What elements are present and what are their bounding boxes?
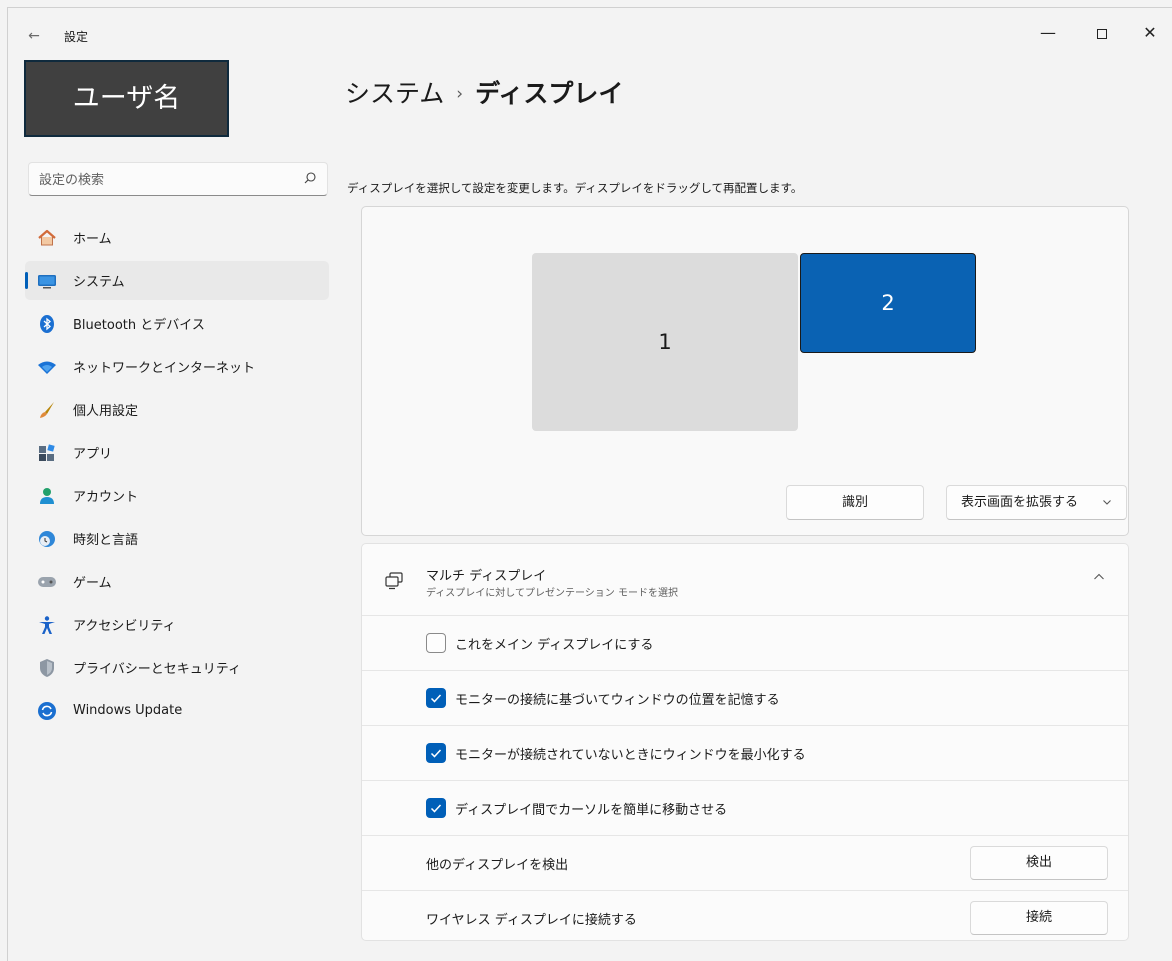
- maximize-button[interactable]: [1079, 18, 1125, 48]
- option-label: これをメイン ディスプレイにする: [455, 638, 654, 653]
- sidebar-item-system[interactable]: システム: [25, 261, 329, 300]
- accessibility-icon: [37, 615, 57, 635]
- ease-cursor-checkbox[interactable]: [426, 798, 446, 818]
- multi-display-title: マルチ ディスプレイ: [426, 569, 547, 584]
- user-name-box[interactable]: ユーザ名: [24, 60, 229, 137]
- display-mode-label: 表示画面を拡張する: [961, 495, 1079, 510]
- wireless-display-label: ワイヤレス ディスプレイに接続する: [426, 913, 637, 928]
- sidebar-item-windows-update[interactable]: Windows Update: [25, 691, 329, 730]
- breadcrumb-separator: ›: [456, 84, 464, 104]
- checkmark-icon: [430, 749, 442, 758]
- display-mode-dropdown[interactable]: 表示画面を拡張する: [946, 485, 1127, 520]
- close-button[interactable]: ✕: [1127, 18, 1172, 48]
- sidebar-item-label: Bluetooth とデバイス: [73, 318, 205, 333]
- wifi-icon: [37, 357, 57, 377]
- system-icon: [37, 271, 57, 291]
- checkmark-icon: [430, 804, 442, 813]
- sidebar-item-label: アカウント: [73, 490, 139, 505]
- gamepad-icon: [37, 572, 57, 592]
- display-arrangement-panel: 1 2 識別 表示画面を拡張する: [361, 206, 1129, 536]
- multi-display-section: マルチ ディスプレイ ディスプレイに対してプレゼンテーション モードを選択 これ…: [361, 543, 1129, 941]
- search-icon[interactable]: [303, 171, 317, 185]
- search-box[interactable]: [28, 162, 328, 196]
- monitor-1[interactable]: 1: [532, 253, 798, 431]
- option-row-ease-cursor: ディスプレイ間でカーソルを簡単に移動させる: [362, 781, 1128, 836]
- sidebar-item-apps[interactable]: アプリ: [25, 433, 329, 472]
- sidebar-item-label: 個人用設定: [73, 404, 139, 419]
- sidebar-item-label: システム: [73, 275, 125, 290]
- sidebar-item-label: アプリ: [73, 447, 113, 462]
- remember-positions-checkbox[interactable]: [426, 688, 446, 708]
- option-row-remember-positions: モニターの接続に基づいてウィンドウの位置を記憶する: [362, 671, 1128, 726]
- shield-icon: [37, 658, 57, 678]
- time-language-icon: [37, 529, 57, 549]
- sidebar-item-gaming[interactable]: ゲーム: [25, 562, 329, 601]
- detect-button[interactable]: 検出: [970, 846, 1108, 880]
- title-bar: ← 設定 — ✕: [8, 8, 1172, 60]
- apps-icon: [37, 443, 57, 463]
- update-icon: [37, 701, 57, 721]
- sidebar-nav: ホーム システム Bluetooth とデバイス ネットワークとインターネット …: [25, 218, 329, 734]
- option-label: モニターが接続されていないときにウィンドウを最小化する: [455, 748, 806, 763]
- sidebar-item-label: Windows Update: [73, 703, 183, 718]
- multi-display-icon: [385, 572, 403, 590]
- multi-display-header[interactable]: マルチ ディスプレイ ディスプレイに対してプレゼンテーション モードを選択: [362, 544, 1128, 616]
- sidebar-item-label: ネットワークとインターネット: [73, 361, 256, 376]
- sidebar-item-label: ホーム: [73, 232, 112, 247]
- identify-button[interactable]: 識別: [786, 485, 924, 520]
- sidebar-item-label: ゲーム: [73, 576, 112, 591]
- bluetooth-icon: [37, 314, 57, 334]
- minimize-windows-checkbox[interactable]: [426, 743, 446, 763]
- sidebar-item-label: 時刻と言語: [73, 533, 139, 548]
- sidebar-item-label: アクセシビリティ: [73, 619, 176, 634]
- sidebar-item-bluetooth[interactable]: Bluetooth とデバイス: [25, 304, 329, 343]
- sidebar-item-privacy[interactable]: プライバシーとセキュリティ: [25, 648, 329, 687]
- breadcrumb-parent[interactable]: システム: [345, 79, 444, 108]
- sidebar-item-home[interactable]: ホーム: [25, 218, 329, 257]
- settings-window: ← 設定 — ✕ ユーザ名 ホーム システム Bl: [7, 7, 1172, 961]
- sidebar-item-network[interactable]: ネットワークとインターネット: [25, 347, 329, 386]
- sidebar-item-accounts[interactable]: アカウント: [25, 476, 329, 515]
- connect-button[interactable]: 接続: [970, 901, 1108, 935]
- multi-display-subtitle: ディスプレイに対してプレゼンテーション モードを選択: [426, 588, 678, 599]
- detect-displays-label: 他のディスプレイを検出: [426, 858, 569, 873]
- brush-icon: [37, 400, 57, 420]
- app-title: 設定: [64, 30, 89, 44]
- sidebar-item-time-language[interactable]: 時刻と言語: [25, 519, 329, 558]
- minimize-button[interactable]: —: [1025, 18, 1071, 48]
- chevron-down-icon: [1102, 486, 1112, 533]
- checkmark-icon: [430, 694, 442, 703]
- monitor-2[interactable]: 2: [800, 253, 976, 353]
- option-label: ディスプレイ間でカーソルを簡単に移動させる: [455, 803, 728, 818]
- display-description: ディスプレイを選択して設定を変更します。ディスプレイをドラッグして再配置します。: [347, 181, 803, 195]
- option-label: モニターの接続に基づいてウィンドウの位置を記憶する: [455, 693, 780, 708]
- home-icon: [37, 228, 57, 248]
- option-row-main-display: これをメイン ディスプレイにする: [362, 616, 1128, 671]
- search-input[interactable]: [39, 169, 289, 191]
- page-title: ディスプレイ: [475, 79, 624, 108]
- breadcrumb: システム › ディスプレイ: [345, 74, 623, 110]
- chevron-up-icon[interactable]: [1092, 570, 1106, 584]
- wireless-display-row: ワイヤレス ディスプレイに接続する 接続: [362, 891, 1128, 940]
- detect-displays-row: 他のディスプレイを検出 検出: [362, 836, 1128, 891]
- sidebar-item-personalization[interactable]: 個人用設定: [25, 390, 329, 429]
- sidebar-item-accessibility[interactable]: アクセシビリティ: [25, 605, 329, 644]
- account-icon: [37, 486, 57, 506]
- option-row-minimize-windows: モニターが接続されていないときにウィンドウを最小化する: [362, 726, 1128, 781]
- back-arrow-icon[interactable]: ←: [22, 26, 46, 46]
- main-display-checkbox[interactable]: [426, 633, 446, 653]
- maximize-icon: [1097, 28, 1107, 39]
- sidebar-item-label: プライバシーとセキュリティ: [73, 662, 241, 677]
